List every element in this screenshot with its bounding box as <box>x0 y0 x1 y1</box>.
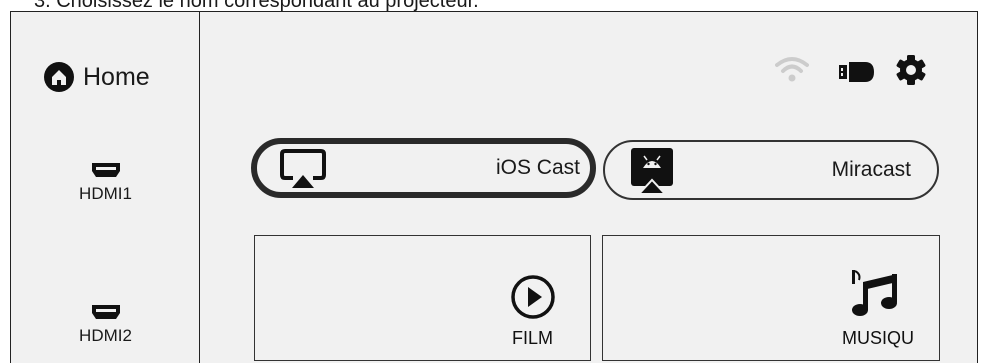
sidebar: Home HDMI1 HDMI2 <box>11 12 200 363</box>
sidebar-item-home[interactable]: Home <box>43 60 150 94</box>
film-tile[interactable]: FILM <box>254 235 591 361</box>
projector-home-screen: Home HDMI1 HDMI2 iOS Cast Miracast FILM … <box>10 11 978 363</box>
hdmi-icon <box>91 305 120 319</box>
film-label: FILM <box>512 328 554 348</box>
music-tile[interactable]: MUSIQU <box>602 235 940 361</box>
music-note-icon <box>852 270 897 316</box>
airplay-icon <box>280 149 326 188</box>
wifi-status <box>775 55 809 83</box>
gear-icon <box>896 55 926 85</box>
sidebar-item-hdmi1[interactable]: HDMI1 <box>11 162 200 204</box>
home-icon <box>44 62 74 92</box>
miracast-button[interactable]: Miracast <box>603 140 939 200</box>
ios-cast-label: iOS Cast <box>495 156 580 179</box>
hdmi2-label: HDMI2 <box>79 326 132 345</box>
usb-status <box>839 61 875 83</box>
home-label: Home <box>83 62 150 91</box>
ios-cast-button[interactable]: iOS Cast <box>251 138 596 198</box>
play-icon <box>511 275 555 319</box>
android-cast-icon <box>631 148 673 195</box>
settings-button[interactable] <box>895 54 927 86</box>
hdmi-icon <box>91 163 120 177</box>
hdmi1-label: HDMI1 <box>79 184 132 203</box>
instruction-caption: 3. Choisissez le nom correspondant au pr… <box>34 0 479 12</box>
wifi-icon <box>775 57 809 82</box>
sidebar-item-hdmi2[interactable]: HDMI2 <box>11 304 200 346</box>
miracast-label: Miracast <box>831 158 911 181</box>
music-label: MUSIQU <box>842 328 914 348</box>
usb-icon <box>839 62 874 82</box>
